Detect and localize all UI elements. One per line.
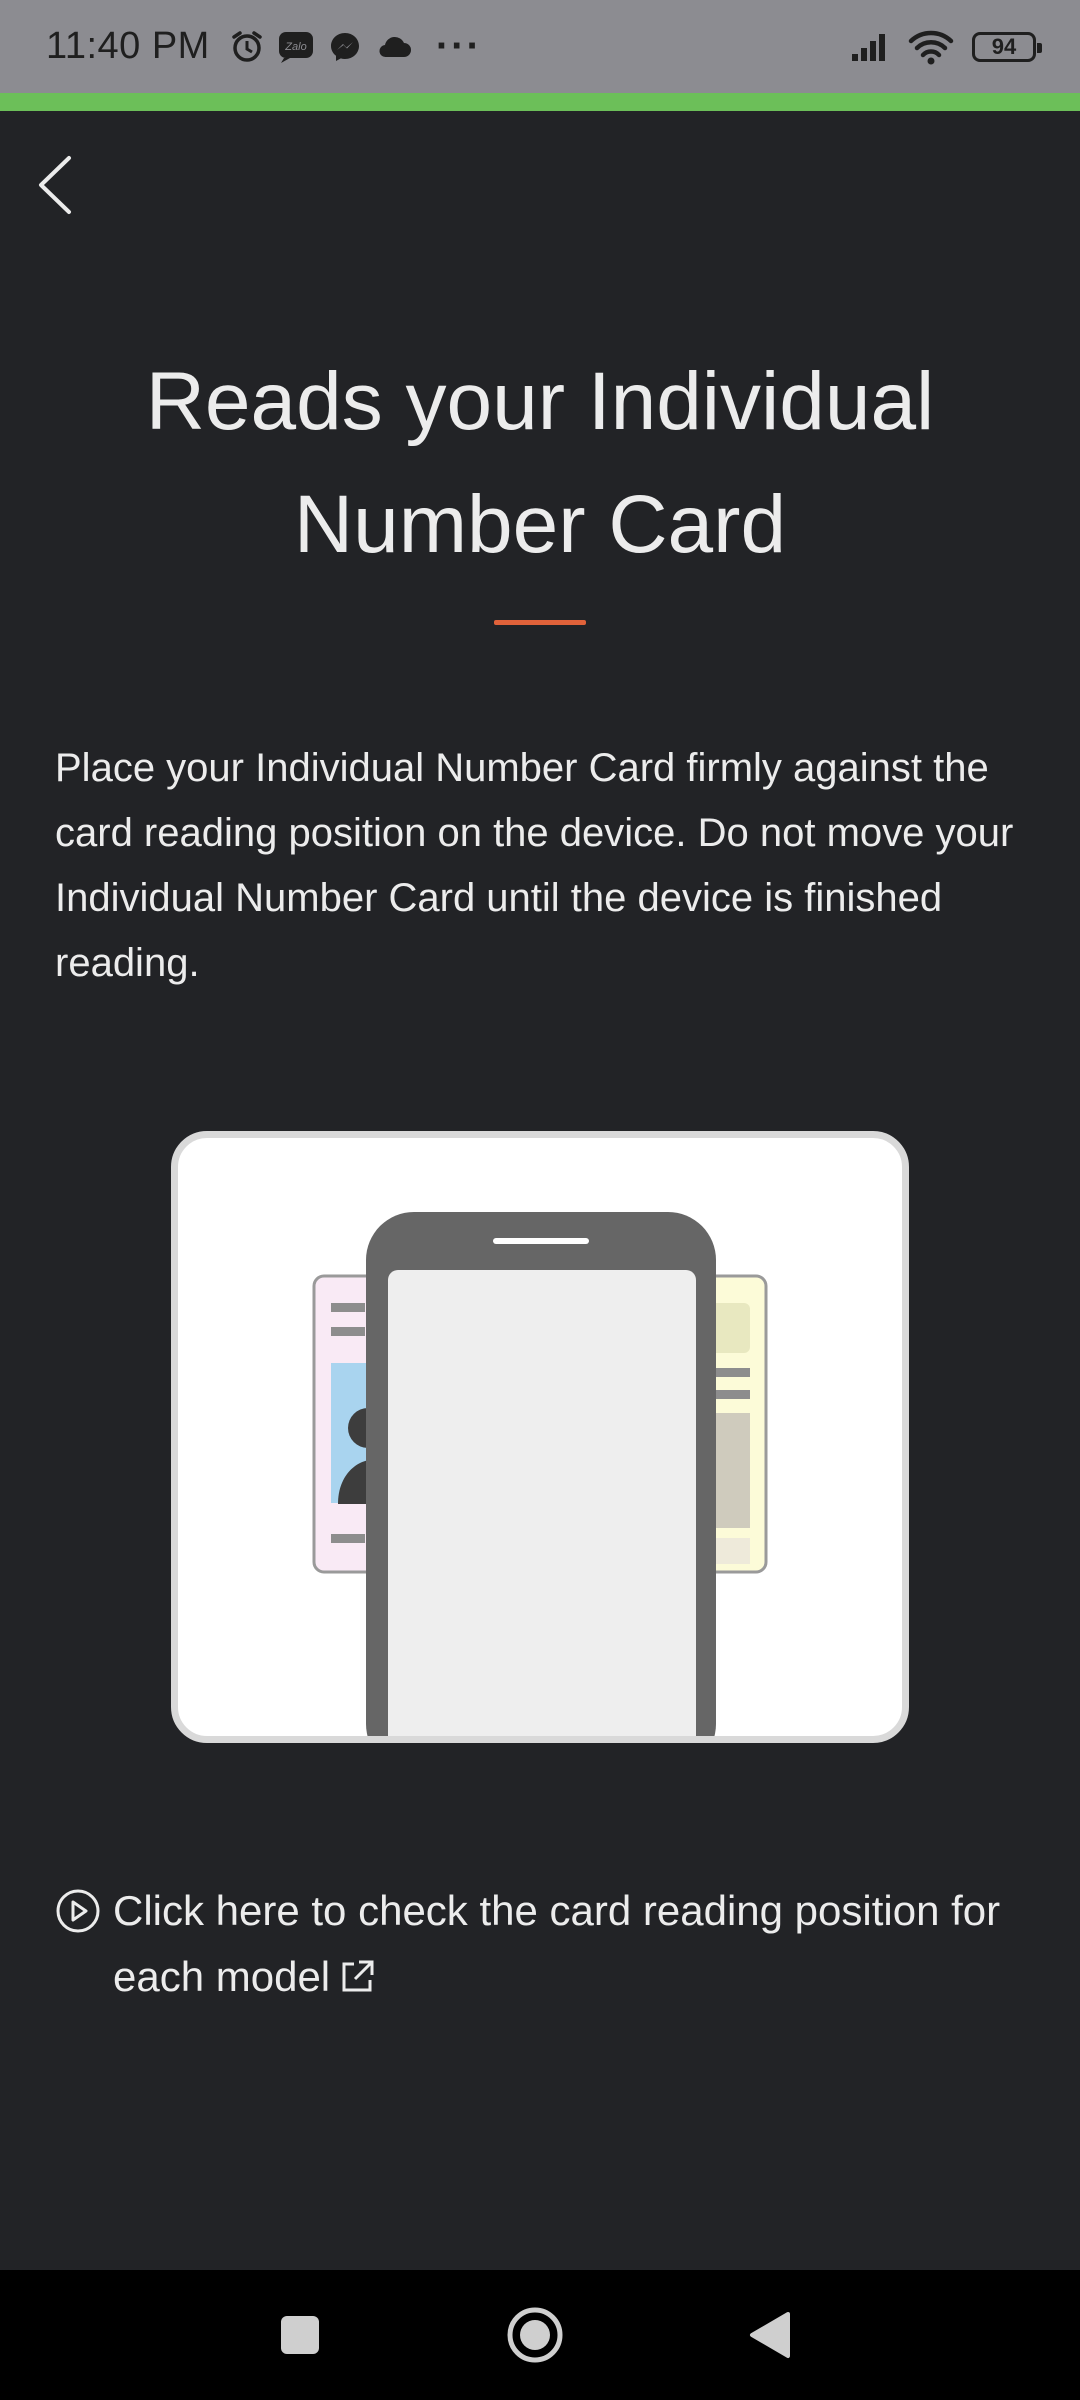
wifi-icon [908, 29, 954, 65]
home-button[interactable] [480, 2270, 590, 2400]
svg-text:Zalo: Zalo [284, 41, 306, 53]
instruction-text: Place your Individual Number Card firmly… [55, 746, 1014, 985]
cloud-icon [376, 34, 412, 60]
nav-back-button[interactable] [715, 2270, 825, 2400]
card-position-link-text[interactable]: Click here to check the card reading pos… [113, 1878, 1025, 2010]
back-button[interactable] [20, 145, 90, 225]
status-time: 11:40 PM [46, 25, 210, 67]
system-nav-bar [0, 2270, 1080, 2400]
more-notifications-icon: ··· [435, 24, 482, 68]
messenger-icon [328, 30, 362, 64]
zalo-icon: Zalo [278, 30, 314, 64]
signal-icon [850, 32, 890, 62]
title-divider [494, 620, 586, 625]
chevron-left-icon [39, 156, 71, 214]
battery-indicator: 94 [972, 31, 1042, 62]
progress-bar [0, 93, 1080, 111]
card-position-link[interactable]: Click here to check the card reading pos… [55, 1878, 1025, 2010]
triangle-back-icon [750, 2312, 790, 2358]
circle-icon [507, 2307, 563, 2363]
page-title: Reads your Individual Number Card [145, 356, 935, 570]
external-link-icon [342, 1960, 374, 1992]
square-icon [281, 2316, 319, 2354]
status-bar: 11:40 PM Zalo ··· 94 [0, 0, 1080, 93]
alarm-icon [230, 30, 264, 64]
play-circle-icon [56, 1889, 100, 1933]
card-reading-illustration [171, 1131, 909, 1743]
recents-button[interactable] [245, 2270, 355, 2400]
phone-image [366, 1212, 716, 1736]
